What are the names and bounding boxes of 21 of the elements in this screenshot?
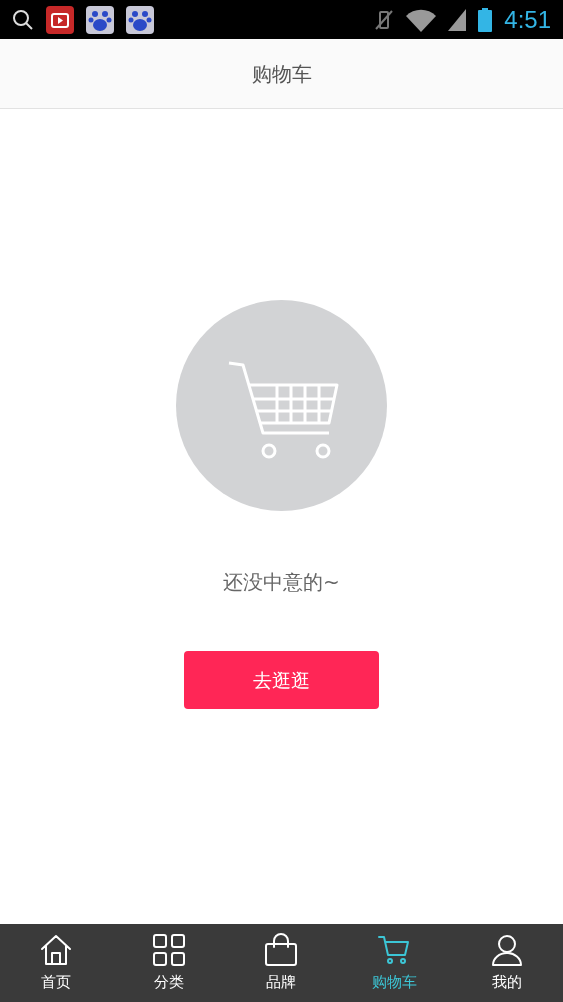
page-title: 购物车	[251, 60, 312, 88]
home-icon	[39, 932, 74, 967]
wifi-icon	[406, 7, 437, 32]
tab-bar-item[interactable]: 我的	[450, 924, 563, 1002]
empty-message: 还没中意的~	[223, 569, 340, 596]
bag-icon	[264, 932, 299, 967]
vibrate-off-icon	[374, 8, 395, 31]
tab-bar-item[interactable]: 首页	[0, 924, 113, 1002]
tab-bar-item[interactable]: 品牌	[225, 924, 338, 1002]
paw-app-icon	[86, 5, 114, 34]
user-icon	[489, 932, 524, 967]
signal-icon	[448, 8, 467, 31]
tab-bar-item[interactable]: 购物车	[337, 924, 451, 1002]
browse-button[interactable]: 去逛逛	[184, 651, 379, 709]
battery-icon	[478, 7, 493, 32]
grid-icon	[151, 932, 186, 967]
status-time: 4:51	[504, 4, 551, 35]
search-icon	[12, 8, 34, 31]
tab-bar-item[interactable]: 分类	[112, 924, 226, 1002]
tv-app-icon	[46, 5, 74, 34]
paw-app-icon	[126, 5, 154, 34]
